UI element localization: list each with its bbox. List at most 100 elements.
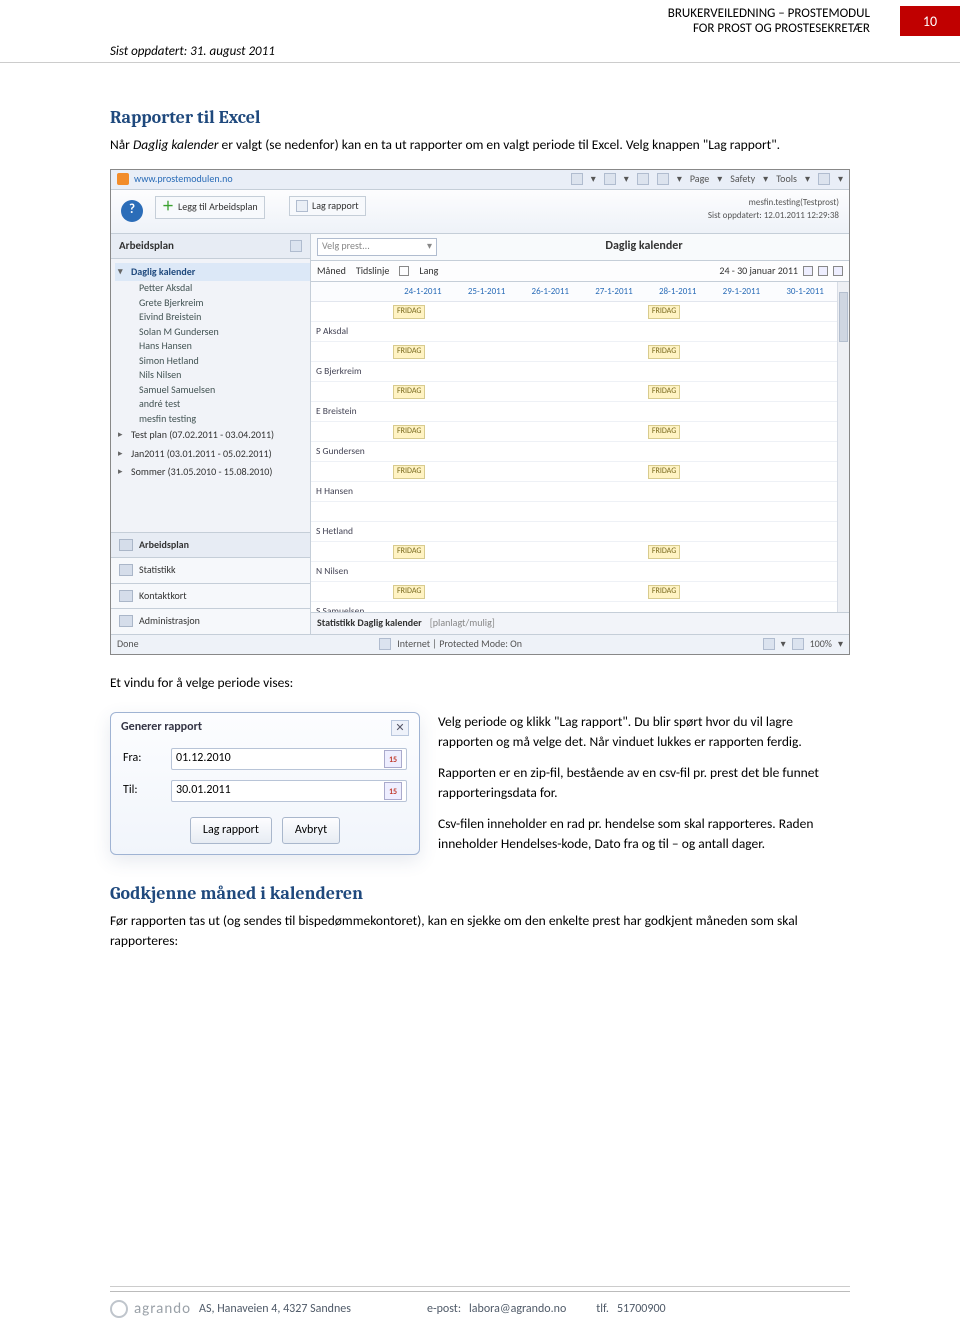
- calendar-cell[interactable]: [455, 382, 519, 402]
- calendar-cell[interactable]: FRIDAG: [391, 422, 455, 442]
- print-icon[interactable]: [657, 173, 669, 185]
- calendar-cell[interactable]: [710, 602, 774, 612]
- tree-person[interactable]: Grete Bjerkreim: [115, 296, 310, 311]
- calendar-cell[interactable]: [773, 322, 837, 342]
- calendar-cell[interactable]: [710, 322, 774, 342]
- to-date-input[interactable]: 30.01.2011: [171, 780, 407, 802]
- calendar-cell[interactable]: [391, 322, 455, 342]
- calendar-cell[interactable]: [710, 382, 774, 402]
- calendar-cell[interactable]: [582, 442, 646, 462]
- calendar-cell[interactable]: [582, 502, 646, 522]
- calendar-cell[interactable]: [710, 462, 774, 482]
- calendar-cell[interactable]: [646, 602, 710, 612]
- calendar-cell[interactable]: [518, 302, 582, 322]
- calendar-cell[interactable]: [582, 462, 646, 482]
- btab-kontaktkort[interactable]: Kontaktkort: [111, 583, 310, 609]
- calendar-cell[interactable]: [518, 522, 582, 542]
- calendar-cell[interactable]: [455, 602, 519, 612]
- calendar-cell[interactable]: [646, 482, 710, 502]
- calendar-cell[interactable]: [710, 502, 774, 522]
- calendar-cell[interactable]: [710, 442, 774, 462]
- tree-person[interactable]: Eivind Breistein: [115, 310, 310, 325]
- tree-person[interactable]: Petter Aksdal: [115, 281, 310, 296]
- calendar-cell[interactable]: [518, 382, 582, 402]
- calendar-cell[interactable]: [391, 402, 455, 422]
- calendar-cell[interactable]: [710, 342, 774, 362]
- calendar-cell[interactable]: [518, 442, 582, 462]
- home-icon[interactable]: [571, 173, 583, 185]
- calendar-cell[interactable]: [582, 302, 646, 322]
- calendar-cell[interactable]: [773, 462, 837, 482]
- make-report-button[interactable]: Lag rapport: [289, 196, 366, 217]
- lang-checkbox[interactable]: [399, 266, 409, 276]
- tree-person[interactable]: Samuel Samuelsen: [115, 383, 310, 398]
- calendar-cell[interactable]: [710, 362, 774, 382]
- browser-menu-safety[interactable]: Safety: [730, 172, 755, 187]
- browser-menu-page[interactable]: Page: [690, 172, 709, 187]
- calendar-cell[interactable]: [710, 422, 774, 442]
- tree-person[interactable]: Simon Hetland: [115, 354, 310, 369]
- calendar-cell[interactable]: [773, 482, 837, 502]
- tree-person[interactable]: andré test: [115, 397, 310, 412]
- calendar-cell[interactable]: FRIDAG: [646, 382, 710, 402]
- calendar-cell[interactable]: [455, 322, 519, 342]
- calendar-cell[interactable]: [646, 562, 710, 582]
- calendar-cell[interactable]: [582, 362, 646, 382]
- tree-person[interactable]: Nils Nilsen: [115, 368, 310, 383]
- priest-dropdown[interactable]: Velg prest... ▾: [317, 238, 437, 256]
- calendar-cell[interactable]: [710, 302, 774, 322]
- calendar-cell[interactable]: [391, 442, 455, 462]
- calendar-cell[interactable]: [518, 542, 582, 562]
- tree-person[interactable]: Hans Hansen: [115, 339, 310, 354]
- add-workplan-button[interactable]: ＋ Legg til Arbeidsplan: [155, 196, 265, 219]
- calendar-cell[interactable]: [582, 582, 646, 602]
- calendar-cell[interactable]: [582, 482, 646, 502]
- calendar-cell[interactable]: [455, 522, 519, 542]
- make-report-button[interactable]: Lag rapport: [190, 817, 272, 844]
- calendar-cell[interactable]: [582, 602, 646, 612]
- calendar-cell[interactable]: FRIDAG: [391, 462, 455, 482]
- calendar-cell[interactable]: [518, 502, 582, 522]
- calendar-cell[interactable]: [455, 302, 519, 322]
- calendar-cell[interactable]: [582, 422, 646, 442]
- calendar-cell[interactable]: [773, 502, 837, 522]
- calendar-cell[interactable]: FRIDAG: [646, 302, 710, 322]
- tree-plan[interactable]: Sommer (31.05.2010 - 15.08.2010): [115, 463, 310, 482]
- browser-menu-tools[interactable]: Tools: [776, 172, 797, 187]
- calendar-cell[interactable]: [391, 482, 455, 502]
- calendar-cell[interactable]: [582, 382, 646, 402]
- calendar-cell[interactable]: [518, 422, 582, 442]
- calendar-cell[interactable]: [773, 342, 837, 362]
- scrollbar-thumb[interactable]: [839, 292, 848, 342]
- tree-plan[interactable]: Jan2011 (03.01.2011 - 05.02.2011): [115, 445, 310, 464]
- calendar-cell[interactable]: [518, 482, 582, 502]
- calendar-cell[interactable]: [773, 382, 837, 402]
- calendar-cell[interactable]: FRIDAG: [646, 342, 710, 362]
- calendar-icon[interactable]: [384, 750, 402, 768]
- btab-administrasjon[interactable]: Administrasjon: [111, 608, 310, 634]
- calendar-cell[interactable]: [455, 502, 519, 522]
- close-icon[interactable]: ✕: [391, 720, 409, 736]
- cancel-button[interactable]: Avbryt: [282, 817, 340, 844]
- calendar-cell[interactable]: [773, 422, 837, 442]
- calendar-cell[interactable]: [710, 582, 774, 602]
- calendar-cell[interactable]: [391, 502, 455, 522]
- tree-person[interactable]: mesfin testing: [115, 412, 310, 427]
- calendar-cell[interactable]: [455, 482, 519, 502]
- calendar-cell[interactable]: [582, 542, 646, 562]
- calendar-cell[interactable]: FRIDAG: [646, 582, 710, 602]
- calendar-cell[interactable]: [773, 602, 837, 612]
- calendar-cell[interactable]: FRIDAG: [646, 462, 710, 482]
- calendar-cell[interactable]: FRIDAG: [391, 342, 455, 362]
- btab-statistikk[interactable]: Statistikk: [111, 557, 310, 583]
- calendar-cell[interactable]: [455, 442, 519, 462]
- prev-week-button[interactable]: [803, 266, 813, 276]
- calendar-cell[interactable]: FRIDAG: [646, 422, 710, 442]
- calendar-cell[interactable]: [391, 602, 455, 612]
- next-week-button[interactable]: [833, 266, 843, 276]
- zoom-icon[interactable]: [792, 638, 804, 650]
- calendar-cell[interactable]: [582, 562, 646, 582]
- calendar-cell[interactable]: [646, 362, 710, 382]
- calendar-cell[interactable]: [518, 562, 582, 582]
- calendar-cell[interactable]: [455, 582, 519, 602]
